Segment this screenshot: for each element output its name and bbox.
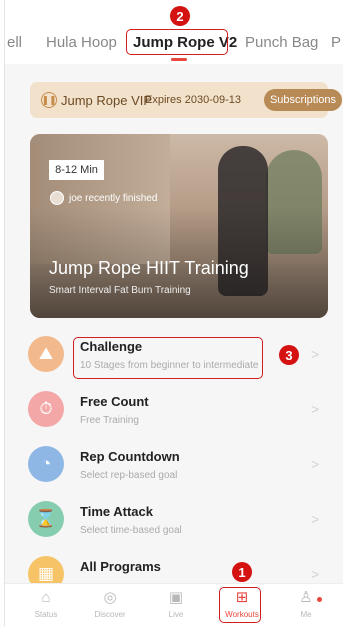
item-subtitle: Select time-based goal	[80, 525, 182, 536]
pause-circle-icon: ❚❚	[41, 92, 57, 108]
chevron-right-icon: >	[311, 566, 320, 582]
avatar	[50, 191, 64, 205]
hourglass-icon: ⌛	[28, 501, 64, 537]
item-title: Rep Countdown	[80, 449, 180, 464]
list-item-rep-countdown[interactable]: ◔ Rep Countdown Select rep-based goal >	[5, 440, 343, 494]
hero-subtitle: Smart Interval Fat Burn Training	[49, 285, 191, 296]
tab-punch-bag[interactable]: Punch Bag	[245, 34, 318, 51]
annotation-badge-2: 2	[170, 6, 190, 26]
annotation-box-workouts	[219, 587, 261, 623]
nav-status[interactable]: ⌂ Status	[17, 589, 75, 619]
list-item-time-attack[interactable]: ⌛ Time Attack Select time-based goal >	[5, 495, 343, 549]
annotation-badge-1: 1	[232, 562, 252, 582]
nav-live[interactable]: ▣ Live	[147, 589, 205, 619]
nav-label: Live	[168, 610, 184, 619]
tab-partial-right[interactable]: P	[331, 34, 341, 51]
annotation-box-tab	[126, 29, 228, 55]
item-subtitle: Free Training	[80, 415, 139, 426]
vip-title: Jump Rope VIP	[61, 93, 153, 108]
annotation-badge-3: 3	[279, 345, 299, 365]
compass-icon: ◎	[103, 589, 117, 606]
nav-label: Discover	[94, 610, 126, 619]
item-title: Free Count	[80, 394, 149, 409]
stopwatch-icon: ⏱	[28, 391, 64, 427]
bottom-navigation: ⌂ Status ◎ Discover ▣ Live ⊞ Workouts ♙ …	[5, 583, 343, 626]
tab-hula-hoop[interactable]: Hula Hoop	[46, 34, 117, 51]
subscriptions-button[interactable]: Subscriptions	[264, 89, 342, 111]
vip-banner[interactable]: ❚❚ Jump Rope VIP Expires 2030-09-13 Subs…	[30, 82, 342, 118]
hero-card[interactable]: 8-12 Min joe recently finished Jump Rope…	[30, 134, 328, 318]
nav-discover[interactable]: ◎ Discover	[81, 589, 139, 619]
nav-label: Status	[34, 610, 58, 619]
chevron-right-icon: >	[311, 511, 320, 527]
list-item-free-count[interactable]: ⏱ Free Count Free Training >	[5, 385, 343, 439]
tab-partial-left[interactable]: ell	[7, 34, 22, 51]
notification-dot	[317, 597, 322, 602]
recent-user: joe recently finished	[50, 191, 157, 205]
mountain-flag-icon: ⛰	[28, 336, 64, 372]
vip-expiry: Expires 2030-09-13	[145, 94, 242, 106]
annotation-box-challenge	[73, 337, 263, 379]
item-title: Time Attack	[80, 504, 153, 519]
nav-label: Me	[300, 610, 312, 619]
chevron-right-icon: >	[311, 401, 320, 417]
nav-me[interactable]: ♙ Me	[277, 589, 335, 619]
app-frame: ell Hula Hoop Jump Rope V2 Punch Bag P 2…	[4, 0, 343, 626]
category-tab-bar: ell Hula Hoop Jump Rope V2 Punch Bag P 2	[5, 0, 343, 64]
hero-title: Jump Rope HIIT Training	[49, 258, 249, 278]
chevron-right-icon: >	[311, 456, 320, 472]
item-subtitle: Select rep-based goal	[80, 470, 178, 481]
active-tab-indicator	[171, 58, 187, 61]
countdown-timer-icon: ◔	[28, 446, 64, 482]
recent-user-text: joe recently finished	[69, 192, 158, 204]
home-icon: ⌂	[41, 589, 51, 606]
chevron-right-icon: >	[311, 346, 320, 362]
workouts-page: ell Hula Hoop Jump Rope V2 Punch Bag P 2…	[5, 0, 343, 626]
item-title: All Programs	[80, 559, 161, 574]
person-icon: ♙	[299, 589, 313, 606]
duration-tag: 8-12 Min	[49, 160, 104, 180]
live-tv-icon: ▣	[168, 589, 184, 606]
